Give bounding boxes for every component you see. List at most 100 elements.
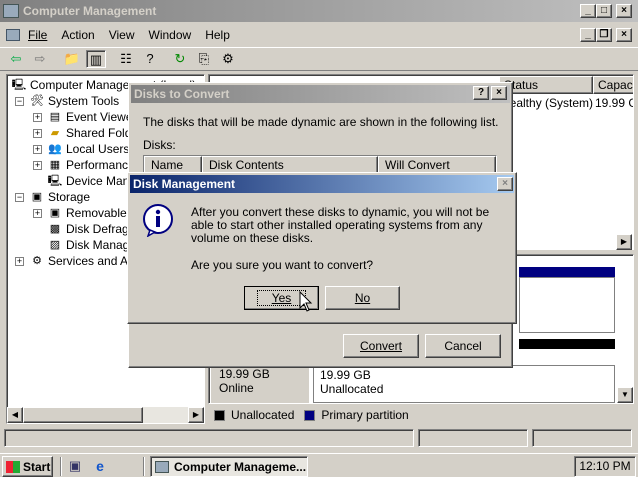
refresh-icon[interactable]: ↻ xyxy=(170,50,190,68)
settings-icon[interactable]: ⚙ xyxy=(218,50,238,68)
performance-icon: ▦ xyxy=(49,159,61,171)
expand-storage[interactable]: − xyxy=(15,193,24,202)
disk-management-confirm-dialog: Disk Management × After you convert thes… xyxy=(127,172,517,324)
quicklaunch-separator xyxy=(60,457,62,476)
menu-action[interactable]: Action xyxy=(61,28,94,42)
disk-size: 19.99 GB xyxy=(219,367,270,381)
tree-hscrollbar[interactable]: ◀ ▶ xyxy=(7,407,204,423)
mmc-doc-icon xyxy=(6,29,20,41)
properties-icon[interactable]: ☷ xyxy=(116,50,136,68)
cancel-button[interactable]: Cancel xyxy=(425,334,501,358)
mouse-cursor-icon xyxy=(299,291,313,312)
task-computer-icon xyxy=(155,460,169,473)
system-tray: 12:10 PM xyxy=(574,456,636,477)
start-button[interactable]: Start xyxy=(2,456,53,477)
disks-label: Disks: xyxy=(143,138,176,152)
up-folder-icon[interactable]: 📁 xyxy=(62,50,82,68)
app-icon xyxy=(3,4,19,18)
tools-icon: 🛠 xyxy=(30,95,44,107)
tree-storage[interactable]: ▣ Storage xyxy=(29,190,90,204)
confirm-dialog-title-bar: Disk Management xyxy=(130,175,514,193)
expand-local-users[interactable]: + xyxy=(33,145,42,154)
clock[interactable]: 12:10 PM xyxy=(579,459,630,473)
expand-event-viewer[interactable]: + xyxy=(33,113,42,122)
tree-system-tools[interactable]: 🛠 System Tools xyxy=(29,94,119,108)
status-bar xyxy=(2,428,636,448)
info-icon xyxy=(143,204,173,237)
column-capacity-header[interactable]: Capacity xyxy=(593,76,633,94)
status-pane-3 xyxy=(532,429,632,447)
child-restore-button[interactable]: ❐ xyxy=(596,28,612,42)
menu-help[interactable]: Help xyxy=(205,28,230,42)
legend-unallocated-label: Unallocated xyxy=(231,408,295,422)
main-window-title: Computer Management xyxy=(23,4,157,18)
disk-management-icon: ▨ xyxy=(49,239,61,251)
convert-dialog-close-button[interactable]: × xyxy=(491,86,507,100)
disk-state: Online xyxy=(219,381,254,395)
menu-file[interactable]: File xyxy=(28,28,47,42)
event-viewer-icon: ▤ xyxy=(49,111,61,123)
menu-window[interactable]: Window xyxy=(149,28,192,42)
scroll-left-button[interactable]: ◀ xyxy=(7,407,23,423)
minimize-button[interactable]: _ xyxy=(580,4,596,18)
internet-explorer-icon[interactable]: e xyxy=(92,458,108,474)
volume-capacity-cell[interactable]: 19.99 GB xyxy=(595,96,633,110)
scroll-right-button[interactable]: ▶ xyxy=(188,407,204,423)
defrag-icon: ▩ xyxy=(49,223,61,235)
main-title-bar: Computer Management xyxy=(0,0,638,22)
unallocated-label: Unallocated xyxy=(320,382,384,396)
vscroll-down-button[interactable]: ▼ xyxy=(617,387,633,403)
expand-system-tools[interactable]: − xyxy=(15,97,24,106)
no-button[interactable]: No xyxy=(325,286,400,310)
maximize-button[interactable]: □ xyxy=(596,4,612,18)
unallocated-size: 19.99 GB xyxy=(320,368,371,382)
back-icon[interactable]: ⇦ xyxy=(6,50,26,68)
services-icon: ⚙ xyxy=(32,255,42,267)
folder-icon: ▰ xyxy=(50,127,60,139)
scroll-thumb[interactable] xyxy=(23,407,143,423)
confirm-dialog-close-button[interactable]: × xyxy=(497,177,513,191)
forward-icon[interactable]: ⇨ xyxy=(30,50,50,68)
expand-performance[interactable]: + xyxy=(33,161,42,170)
computer-icon: 🖳 xyxy=(11,79,27,91)
child-close-button[interactable]: × xyxy=(616,28,632,42)
removable-storage-icon: ▣ xyxy=(49,207,61,219)
confirm-question: Are you sure you want to convert? xyxy=(191,258,374,272)
partition-bar-primary[interactable] xyxy=(519,267,615,277)
menu-view[interactable]: View xyxy=(109,28,135,42)
device-manager-icon: 🖳 xyxy=(47,175,63,187)
list-scroll-right-button[interactable]: ▶ xyxy=(616,234,632,250)
partition-bar-unallocated[interactable] xyxy=(519,339,615,349)
child-minimize-button[interactable]: _ xyxy=(580,28,596,42)
convert-button[interactable]: Convert xyxy=(343,334,419,358)
windows-logo-icon xyxy=(6,460,20,473)
legend: Unallocated Primary partition xyxy=(210,406,630,424)
partition-box-primary[interactable] xyxy=(519,277,615,333)
legend-primary-label: Primary partition xyxy=(321,408,409,422)
convert-dialog-help-button[interactable]: ? xyxy=(473,86,489,100)
export-icon[interactable]: ⎘ xyxy=(194,50,214,68)
menu-bar: File Action View Window Help xyxy=(0,24,638,46)
quicklaunch-separator-2 xyxy=(143,457,145,476)
show-hide-tree-icon[interactable]: ▥ xyxy=(86,50,106,68)
help-icon[interactable]: ? xyxy=(140,50,160,68)
volume-status-cell[interactable]: Healthy (System) xyxy=(501,96,593,110)
expand-removable[interactable]: + xyxy=(33,209,42,218)
expand-services[interactable]: + xyxy=(15,257,24,266)
unallocated-region[interactable]: 19.99 GB Unallocated xyxy=(313,365,615,403)
convert-dialog-title-bar: Disks to Convert xyxy=(131,85,510,103)
status-pane-2 xyxy=(418,429,528,447)
legend-unallocated-swatch xyxy=(214,409,225,421)
show-desktop-icon[interactable]: ▣ xyxy=(67,458,83,474)
convert-dialog-description: The disks that will be made dynamic are … xyxy=(143,115,499,129)
column-status-header[interactable]: Status xyxy=(499,76,593,94)
taskbar: Start ▣ e Computer Manageme... 12:10 PM xyxy=(0,453,638,477)
expand-shared-folders[interactable]: + xyxy=(33,129,42,138)
taskbar-task-computer-management[interactable]: Computer Manageme... xyxy=(150,456,308,477)
confirm-dialog-title: Disk Management xyxy=(133,177,236,191)
tree-event-viewer[interactable]: ▤ Event Viewer xyxy=(47,110,137,124)
disk-info-panel[interactable]: 19.99 GB Online xyxy=(211,365,309,403)
close-button[interactable]: × xyxy=(616,4,632,18)
status-pane-1 xyxy=(4,429,414,447)
toolbar: ⇦ ⇨ 📁 ▥ ☷ ? ↻ ⎘ ⚙ xyxy=(0,47,638,71)
